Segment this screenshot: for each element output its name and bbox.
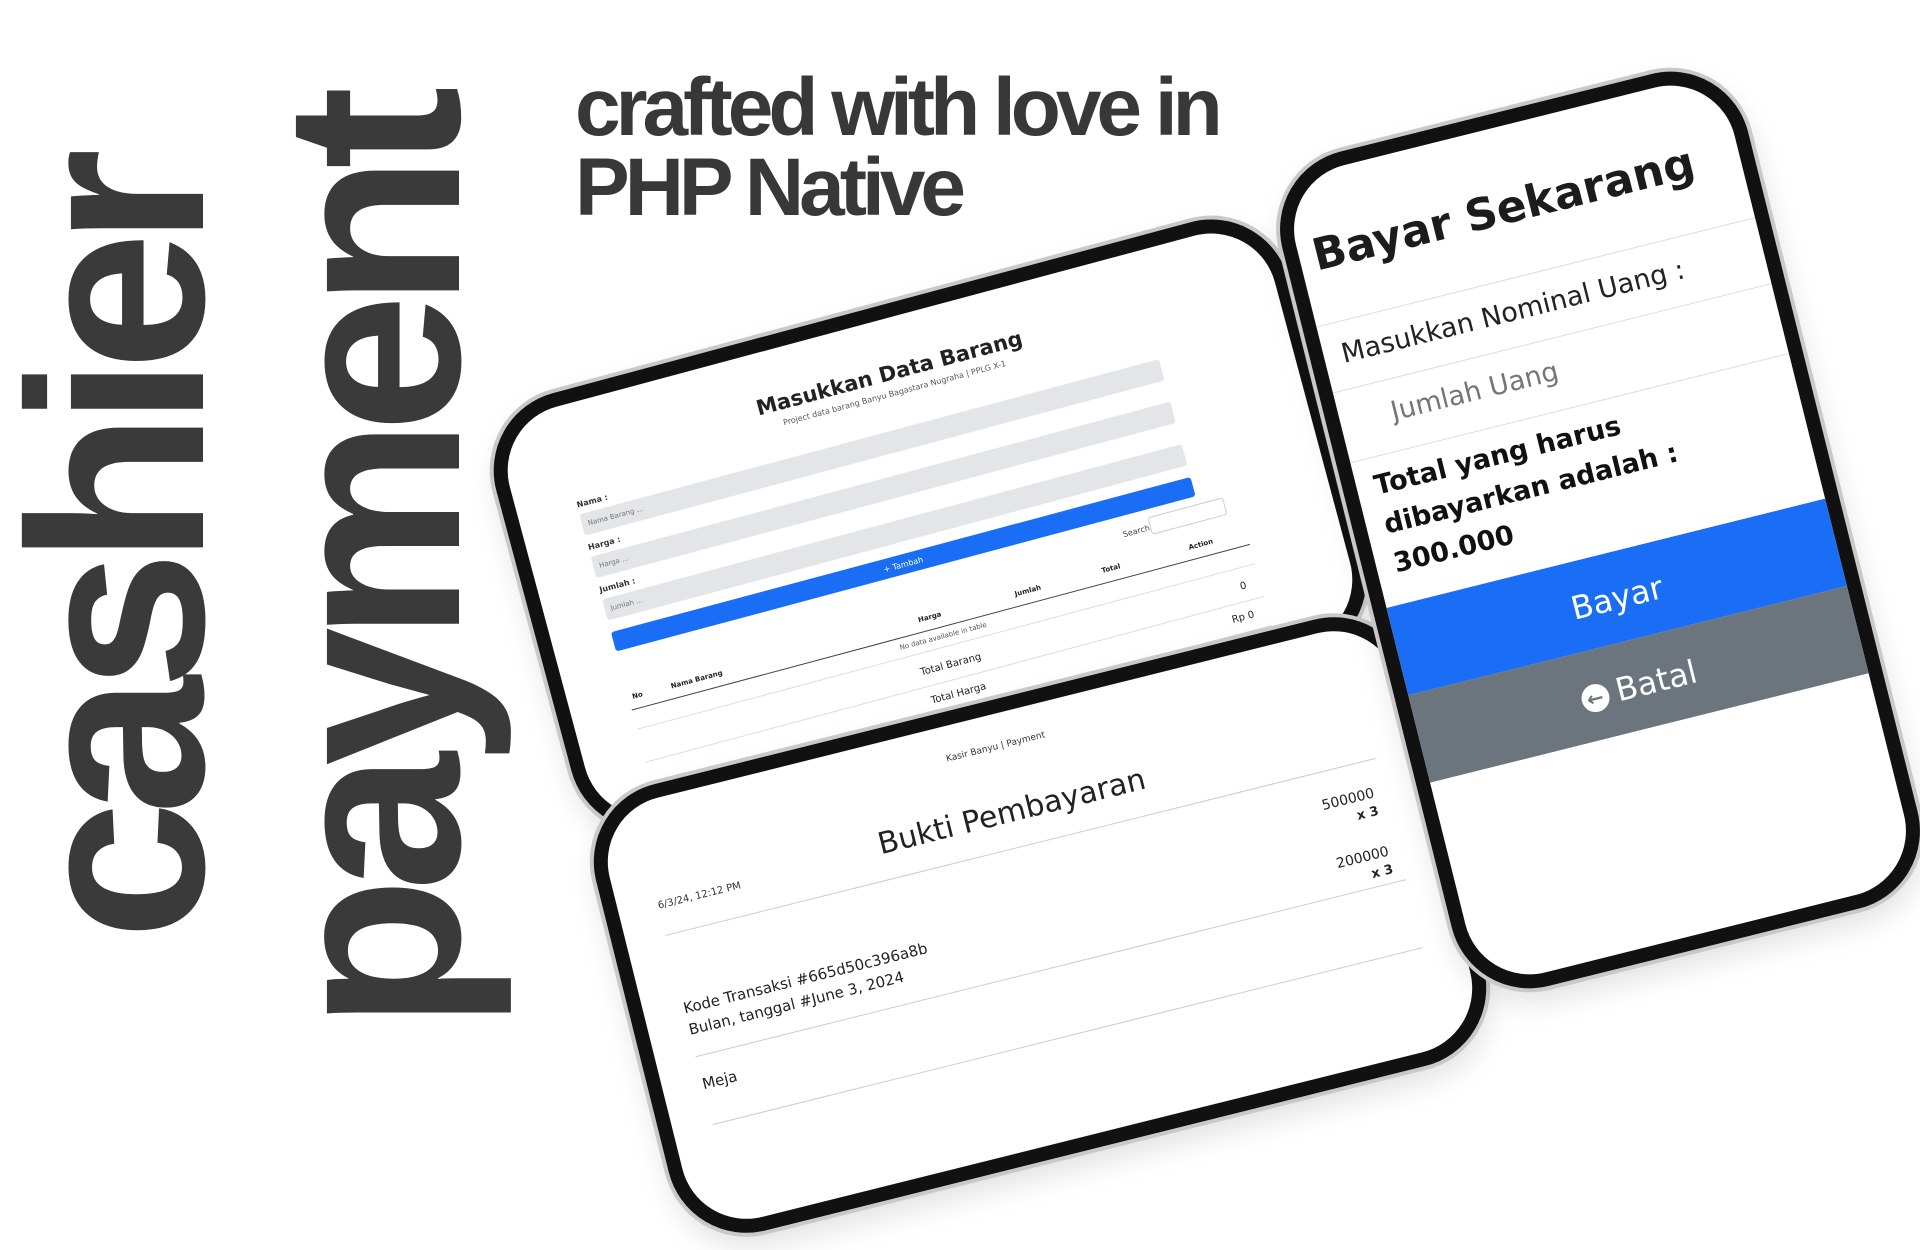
tagline: crafted with love in PHP Native [575,62,1223,233]
total-price-value: Rp 0 [1230,609,1256,626]
tagline-line-2: PHP Native [575,142,966,233]
receipt-item: 500000 x 3 [1320,785,1381,834]
item-qty: x 3 [1355,803,1381,824]
col-price[interactable]: Harga [917,610,942,624]
tagline-line-1: crafted with love in [575,62,1223,153]
transaction-info: Kode Transaksi #665d50c396a8b Bulan, tan… [681,937,935,1040]
col-qty[interactable]: Jumlah [1014,584,1042,599]
item-qty: x 3 [1369,862,1395,883]
pay-title: Bayar Sekarang [1307,137,1700,282]
pay-button-label: Bayar [1567,568,1667,628]
headline-payment: payment [233,99,512,1030]
col-name[interactable]: Nama Barang [670,669,724,691]
col-action[interactable]: Action [1188,537,1214,551]
headline-cashier: cashier [0,162,256,940]
col-no[interactable]: No [631,690,643,700]
table-label: Meja [700,1067,740,1094]
cancel-button-label: Batal [1611,652,1701,710]
col-total[interactable]: Total [1101,562,1122,575]
receipt-divider [665,757,1376,936]
back-arrow-icon: ← [1578,681,1613,716]
